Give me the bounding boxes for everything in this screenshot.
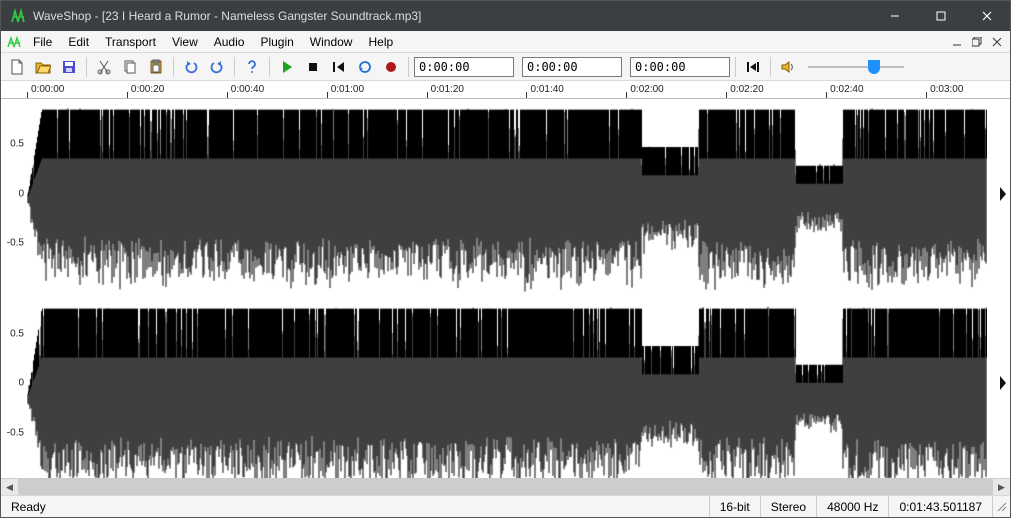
- ruler-tick: 0:01:00: [327, 81, 328, 98]
- cut-button[interactable]: [92, 55, 116, 79]
- time-ruler[interactable]: 0:00:00 0:00:20 0:00:40 0:01:00 0:01:20 0:01:…: [1, 81, 1010, 99]
- yaxis-label: 0.5: [10, 139, 24, 150]
- right-gutter: [996, 99, 1010, 478]
- statusbar: Ready 16-bit Stereo 48000 Hz 0:01:43.501…: [1, 495, 1010, 517]
- stop-button[interactable]: [301, 55, 325, 79]
- paste-button[interactable]: [144, 55, 168, 79]
- ruler-tick: 0:01:20: [427, 81, 428, 98]
- status-position: 0:01:43.501187: [888, 496, 992, 517]
- mdi-minimize-button[interactable]: [948, 33, 966, 51]
- horizontal-scrollbar[interactable]: ◀ ▶: [1, 478, 1010, 495]
- time-selection-end[interactable]: 0:00:00: [630, 57, 730, 77]
- help-button[interactable]: [240, 55, 264, 79]
- menubar: File Edit Transport View Audio Plugin Wi…: [1, 31, 1010, 53]
- window-title: WaveShop - [23 I Heard a Rumor - Nameles…: [33, 9, 872, 23]
- new-button[interactable]: [5, 55, 29, 79]
- scroll-left-button[interactable]: ◀: [1, 479, 18, 496]
- open-button[interactable]: [31, 55, 55, 79]
- time-position[interactable]: 0:00:00: [414, 57, 514, 77]
- status-bits: 16-bit: [709, 496, 760, 517]
- ruler-tick: 0:00:20: [127, 81, 128, 98]
- ruler-tick: 0:00:00: [27, 81, 28, 98]
- yaxis-label: 0.5: [10, 328, 24, 339]
- scroll-right-button[interactable]: ▶: [993, 479, 1010, 496]
- ruler-tick: 0:02:20: [726, 81, 727, 98]
- loop-button[interactable]: [353, 55, 377, 79]
- ruler-tick: 0:02:40: [826, 81, 827, 98]
- menu-help[interactable]: Help: [360, 33, 401, 51]
- redo-button[interactable]: [205, 55, 229, 79]
- status-channels: Stereo: [760, 496, 816, 517]
- goto-end-button[interactable]: [741, 55, 765, 79]
- volume-slider[interactable]: [808, 58, 904, 76]
- menu-edit[interactable]: Edit: [60, 33, 97, 51]
- rewind-button[interactable]: [327, 55, 351, 79]
- save-button[interactable]: [57, 55, 81, 79]
- undo-button[interactable]: [179, 55, 203, 79]
- ruler-tick: 0:00:40: [227, 81, 228, 98]
- app-menu-icon: [7, 35, 21, 49]
- status-rate: 48000 Hz: [816, 496, 888, 517]
- waveform-area: 0.5 0 -0.5 0.5 0 -0.5: [1, 99, 1010, 478]
- time-selection-start[interactable]: 0:00:00: [522, 57, 622, 77]
- ruler-tick: 0:01:40: [526, 81, 527, 98]
- mdi-restore-button[interactable]: [968, 33, 986, 51]
- yaxis-label: 0: [18, 188, 24, 199]
- yaxis-label: -0.5: [7, 238, 24, 249]
- volume-thumb[interactable]: [868, 60, 880, 74]
- mdi-close-button[interactable]: [988, 33, 1006, 51]
- record-button[interactable]: [379, 55, 403, 79]
- toolbar: 0:00:00 0:00:00 0:00:00: [1, 53, 1010, 81]
- play-button[interactable]: [275, 55, 299, 79]
- menu-view[interactable]: View: [164, 33, 206, 51]
- volume-icon: [776, 55, 800, 79]
- copy-button[interactable]: [118, 55, 142, 79]
- menu-window[interactable]: Window: [302, 33, 361, 51]
- yaxis-label: 0: [18, 378, 24, 389]
- menu-transport[interactable]: Transport: [97, 33, 164, 51]
- waveform-canvas[interactable]: [27, 99, 996, 478]
- channel-arrow-icon: [1000, 376, 1008, 390]
- yaxis-label: -0.5: [7, 427, 24, 438]
- status-ready: Ready: [1, 496, 709, 517]
- resize-grip[interactable]: [992, 496, 1010, 517]
- titlebar: WaveShop - [23 I Heard a Rumor - Nameles…: [1, 1, 1010, 31]
- close-button[interactable]: [964, 1, 1010, 31]
- app-icon: [9, 7, 27, 25]
- menu-file[interactable]: File: [25, 33, 60, 51]
- menu-audio[interactable]: Audio: [206, 33, 253, 51]
- scroll-thumb[interactable]: [18, 479, 993, 496]
- menu-plugin[interactable]: Plugin: [252, 33, 301, 51]
- app-window: WaveShop - [23 I Heard a Rumor - Nameles…: [0, 0, 1011, 518]
- minimize-button[interactable]: [872, 1, 918, 31]
- ruler-tick: 0:02:00: [626, 81, 627, 98]
- channel-arrow-icon: [1000, 187, 1008, 201]
- maximize-button[interactable]: [918, 1, 964, 31]
- ruler-tick: 0:03:00: [926, 81, 927, 98]
- amplitude-axis: 0.5 0 -0.5 0.5 0 -0.5: [1, 99, 27, 478]
